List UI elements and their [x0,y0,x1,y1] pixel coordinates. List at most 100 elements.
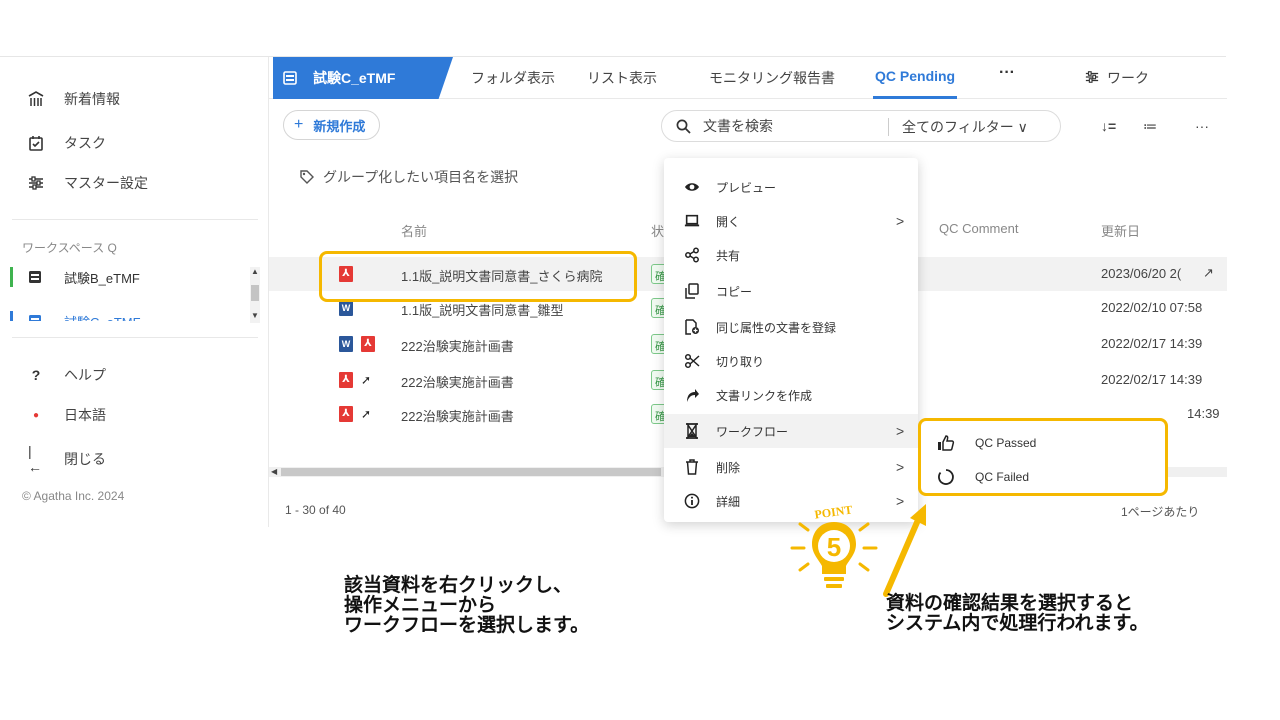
caption-left: 該当資料を右クリックし、 操作メニューから ワークフローを選択します。 [344,576,589,636]
word-icon: W [339,300,353,316]
tag-icon [299,169,315,185]
file-plus-icon [684,319,700,335]
caption-line: ワークフローを選択します。 [344,615,590,636]
menu-item-qc-failed[interactable]: QC Failed [921,460,1165,494]
sidebar-item-label: タスク [64,135,106,151]
plus-icon: + [294,116,304,133]
menu-item-qc-passed[interactable]: QC Passed [921,426,1165,460]
per-page-selector[interactable]: 1ページあたり [1121,503,1199,520]
workspace-item-b[interactable]: 試験B_eTMF [0,263,250,291]
column-header-qc-comment[interactable]: QC Comment [939,221,1018,236]
study-icon [28,270,42,284]
menu-item-workflow[interactable]: ワークフロー > [664,414,918,448]
divider [12,337,258,338]
scroll-thumb[interactable] [251,285,259,301]
menu-item-preview[interactable]: プレビュー [664,170,918,204]
tab-qc-pending[interactable]: QC Pending [875,68,955,84]
scissors-icon [684,353,700,369]
group-by-label: グループ化したい項目名を選択 [323,169,519,185]
sidebar-item-label: 閉じる [64,451,106,467]
menu-item-share[interactable]: 共有 [664,238,918,272]
menu-item-label: QC Passed [975,436,1037,450]
column-header-status[interactable]: 状態 [651,221,665,240]
laptop-icon [684,213,700,229]
document-name: 222治験実施計画書 [401,339,514,354]
caption-line: 操作メニューから [344,595,497,616]
workspace-label: ワークスペース Q [22,241,117,255]
tab-study[interactable]: 試験C_eTMF [273,57,453,99]
point-label: POINT [814,502,854,521]
sidebar-item-language[interactable]: ● 日本語 [28,405,106,425]
group-by-hint[interactable]: グループ化したい項目名を選択 [299,167,518,187]
scroll-up-icon[interactable]: ▲ [251,267,259,276]
updated-date: 2022/02/10 07:58 [1101,300,1203,315]
news-icon [28,91,44,107]
active-indicator [10,311,13,321]
document-name: 222治験実施計画書 [401,409,514,424]
scroll-left-icon[interactable]: ◀ [271,467,277,476]
caption-line: システム内で処理行われます。 [886,613,1149,634]
menu-item-label: 開く [716,214,741,229]
search-bar[interactable]: 文書を検索 全てのフィルター ∨ [661,110,1061,142]
sidebar-item-news[interactable]: 新着情報 [28,89,120,109]
eye-icon [684,179,700,195]
thumbs-up-icon [937,434,955,452]
tab-workflow[interactable]: ワーク [1085,68,1149,88]
workspace-label-text: 試験C_eTMF [64,312,141,322]
column-header-name[interactable]: 名前 [401,221,427,240]
updated-date: 2023/06/20 2( [1101,266,1182,281]
copyright: © Agatha Inc. 2024 [22,489,125,503]
tab-more-button[interactable]: ··· [999,64,1015,82]
sidebar-item-help[interactable]: ? ヘルプ [28,365,106,385]
active-indicator [10,267,13,287]
sidebar-scrollbar[interactable]: ▲ ▼ [250,267,260,323]
more-icon[interactable]: ··· [1195,118,1209,134]
menu-item-cut[interactable]: 切り取り [664,344,918,378]
menu-item-register-same[interactable]: 同じ属性の文書を登録 [664,310,918,344]
workspace-item-c[interactable]: 試験C_eTMF [0,307,250,321]
pdf-icon: ⅄ [339,372,353,388]
task-icon [28,135,44,151]
sidebar-item-label: 新着情報 [64,91,120,107]
caption-right: 資料の確認結果を選択すると システム内で処理行われます。 [886,594,1149,634]
menu-item-create-link[interactable]: 文書リンクを作成 [664,378,918,412]
study-icon [283,71,297,85]
menu-item-copy[interactable]: コピー [664,274,918,308]
caption-line: 資料の確認結果を選択すると [886,593,1134,614]
tab-folder-view[interactable]: フォルダ表示 [471,68,555,88]
pdf-icon: ⅄ [339,406,353,422]
sidebar-item-label: マスター設定 [64,175,148,191]
sidebar-item-label: 日本語 [64,407,106,423]
scroll-thumb[interactable] [281,468,661,476]
sidebar-item-label: ヘルプ [64,367,106,383]
info-icon [684,493,700,509]
menu-item-label: ワークフロー [716,424,789,439]
toolbar: + 新規作成 文書を検索 全てのフィルター ∨ ↓= ≔ ··· [269,99,1227,149]
workspace-list: 試験B_eTMF 試験C_eTMF [0,263,258,321]
search-input[interactable]: 文書を検索 [703,116,773,136]
workflow-submenu: QC Passed QC Failed [918,418,1168,496]
workspace-label-text: 試験B_eTMF [64,270,140,286]
document-name: 222治験実施計画書 [401,375,514,390]
sidebar-item-close[interactable]: |← 閉じる [28,443,106,475]
context-menu: プレビュー 開く > 共有 コピー 同じ属性の文書を登録 切り取り 文書リンクを… [664,158,918,522]
tab-bar: 試験C_eTMF フォルダ表示 リスト表示 モニタリング報告書 QC Pendi… [269,57,1227,99]
open-external-icon[interactable]: ↗ [1203,265,1214,281]
tab-monitoring-report[interactable]: モニタリング報告書 [709,68,835,88]
sort-icon[interactable]: ↓= [1101,118,1116,134]
new-document-button[interactable]: + 新規作成 [283,110,381,140]
document-name: 1.1版_説明文書同意書_雛型 [401,303,564,318]
column-header-updated[interactable]: 更新日 [1101,221,1140,240]
list-view-icon[interactable]: ≔ [1143,118,1157,135]
settings-sliders-icon [1085,70,1099,87]
menu-item-open[interactable]: 開く > [664,204,918,238]
tab-list-view[interactable]: リスト表示 [587,68,657,88]
sidebar-item-master-settings[interactable]: マスター設定 [28,173,148,193]
menu-item-delete[interactable]: 削除 > [664,450,918,484]
pdf-icon: ⅄ [361,336,375,352]
link-icon: ➚ [361,373,372,387]
scroll-down-icon[interactable]: ▼ [251,311,259,320]
sidebar-item-task[interactable]: タスク [28,133,106,153]
share-icon [684,247,700,263]
filter-dropdown[interactable]: 全てのフィルター ∨ [902,117,1028,137]
